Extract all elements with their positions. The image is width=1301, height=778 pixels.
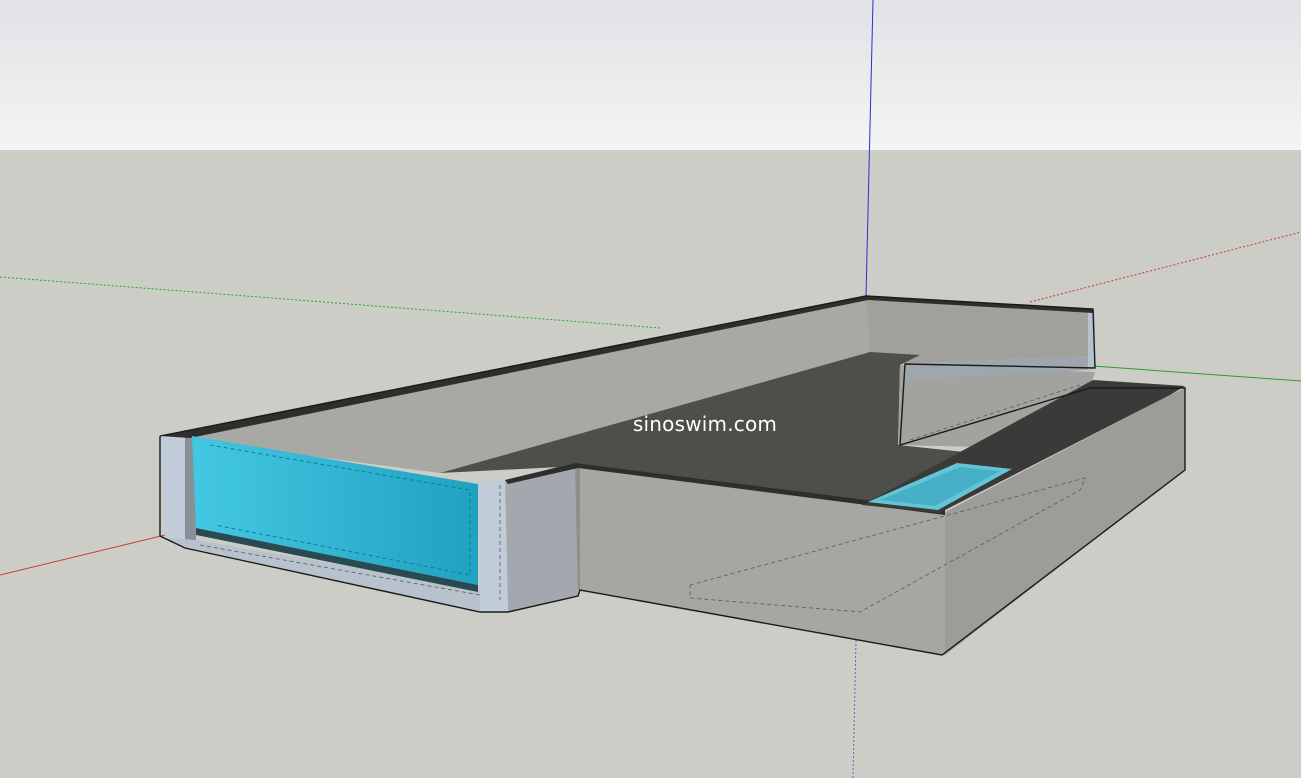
glass-right-pillar <box>478 478 508 612</box>
sky <box>0 0 1301 150</box>
watermark-text: sinoswim.com <box>632 412 778 436</box>
model-viewport[interactable] <box>0 0 1301 778</box>
notch-front-wall <box>505 463 578 612</box>
